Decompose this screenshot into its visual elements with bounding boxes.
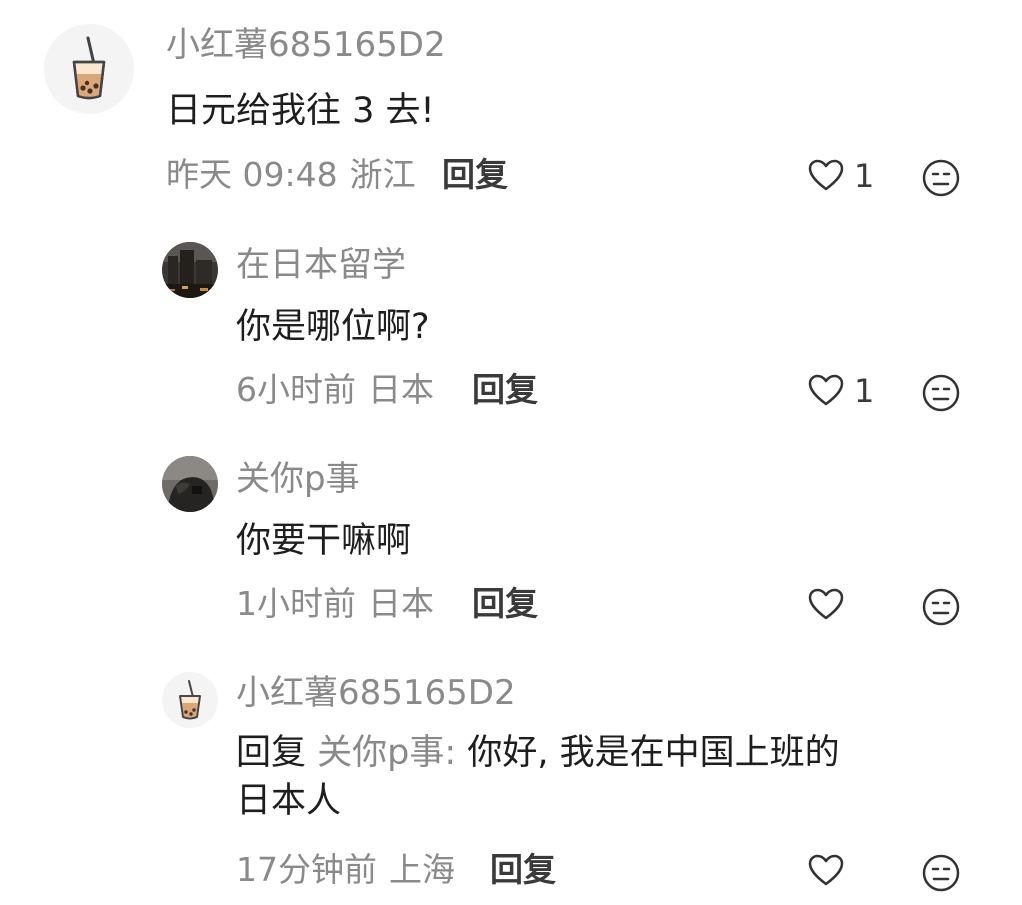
like-button[interactable]: [806, 585, 846, 625]
heart-icon: [808, 854, 844, 886]
avatar[interactable]: [44, 24, 134, 114]
comment-text: 回复 关你p事: 你好, 我是在中国上班的: [236, 730, 840, 777]
meh-face-icon: [922, 854, 960, 892]
meh-face-icon: [922, 159, 960, 197]
dislike-button[interactable]: [920, 372, 962, 418]
timestamp: 6小时前: [236, 370, 356, 409]
comment-text: 你是哪位啊?: [236, 307, 430, 347]
dislike-button[interactable]: [920, 852, 962, 898]
avatar[interactable]: [162, 242, 218, 298]
username[interactable]: 关你p事: [236, 462, 360, 496]
meh-face-icon: [922, 588, 960, 626]
username[interactable]: 在日本留学: [236, 248, 406, 282]
location: 日本: [368, 584, 434, 623]
heart-icon: [808, 374, 844, 406]
timestamp: 昨天 09:48: [166, 155, 338, 194]
dislike-button[interactable]: [920, 586, 962, 632]
heart-icon: [808, 588, 844, 620]
bubble-tea-icon: [162, 672, 218, 728]
comment-thread: 小红薯685165D2 日元给我往 3 去! 昨天 09:48 浙江 回复 1: [0, 0, 1022, 905]
city-night-photo: [162, 242, 218, 298]
location: 上海: [389, 850, 455, 889]
username[interactable]: 小红薯685165D2: [236, 676, 516, 710]
location: 浙江: [349, 155, 416, 194]
reply-button[interactable]: 回复: [472, 373, 538, 406]
comment-meta: 17分钟前 上海: [236, 853, 455, 886]
username[interactable]: 小红薯685165D2: [166, 28, 446, 62]
comment-text: 你要干嘛啊: [236, 521, 412, 561]
timestamp: 1小时前: [236, 584, 356, 623]
bubble-tea-icon: [44, 24, 134, 114]
like-button[interactable]: 1: [806, 156, 874, 196]
reply-prefix: 回复: [236, 733, 307, 773]
comment-text-line2: 日本人: [236, 781, 342, 821]
avatar[interactable]: [162, 672, 218, 728]
dislike-button[interactable]: [920, 157, 962, 203]
like-count: 1: [854, 372, 875, 410]
reply-button[interactable]: 回复: [442, 158, 508, 191]
avatar[interactable]: [162, 456, 218, 512]
heart-icon: [808, 159, 844, 191]
comment-meta: 6小时前 日本: [236, 373, 434, 406]
reply-target-username[interactable]: 关你p事:: [317, 733, 456, 773]
like-button[interactable]: [806, 851, 846, 891]
comment-meta: 1小时前 日本: [236, 587, 434, 620]
like-button[interactable]: 1: [806, 371, 874, 411]
comment-text: 日元给我往 3 去!: [166, 91, 435, 131]
meh-face-icon: [922, 374, 960, 412]
reply-button[interactable]: 回复: [472, 587, 538, 620]
comment-meta: 昨天 09:48 浙江: [166, 158, 416, 191]
timestamp: 17分钟前: [236, 850, 377, 889]
comment-text-line1: 你好, 我是在中国上班的: [467, 733, 840, 773]
reply-button[interactable]: 回复: [490, 853, 556, 886]
like-count: 1: [854, 157, 875, 195]
dark-photo: [162, 456, 218, 512]
location: 日本: [368, 370, 434, 409]
